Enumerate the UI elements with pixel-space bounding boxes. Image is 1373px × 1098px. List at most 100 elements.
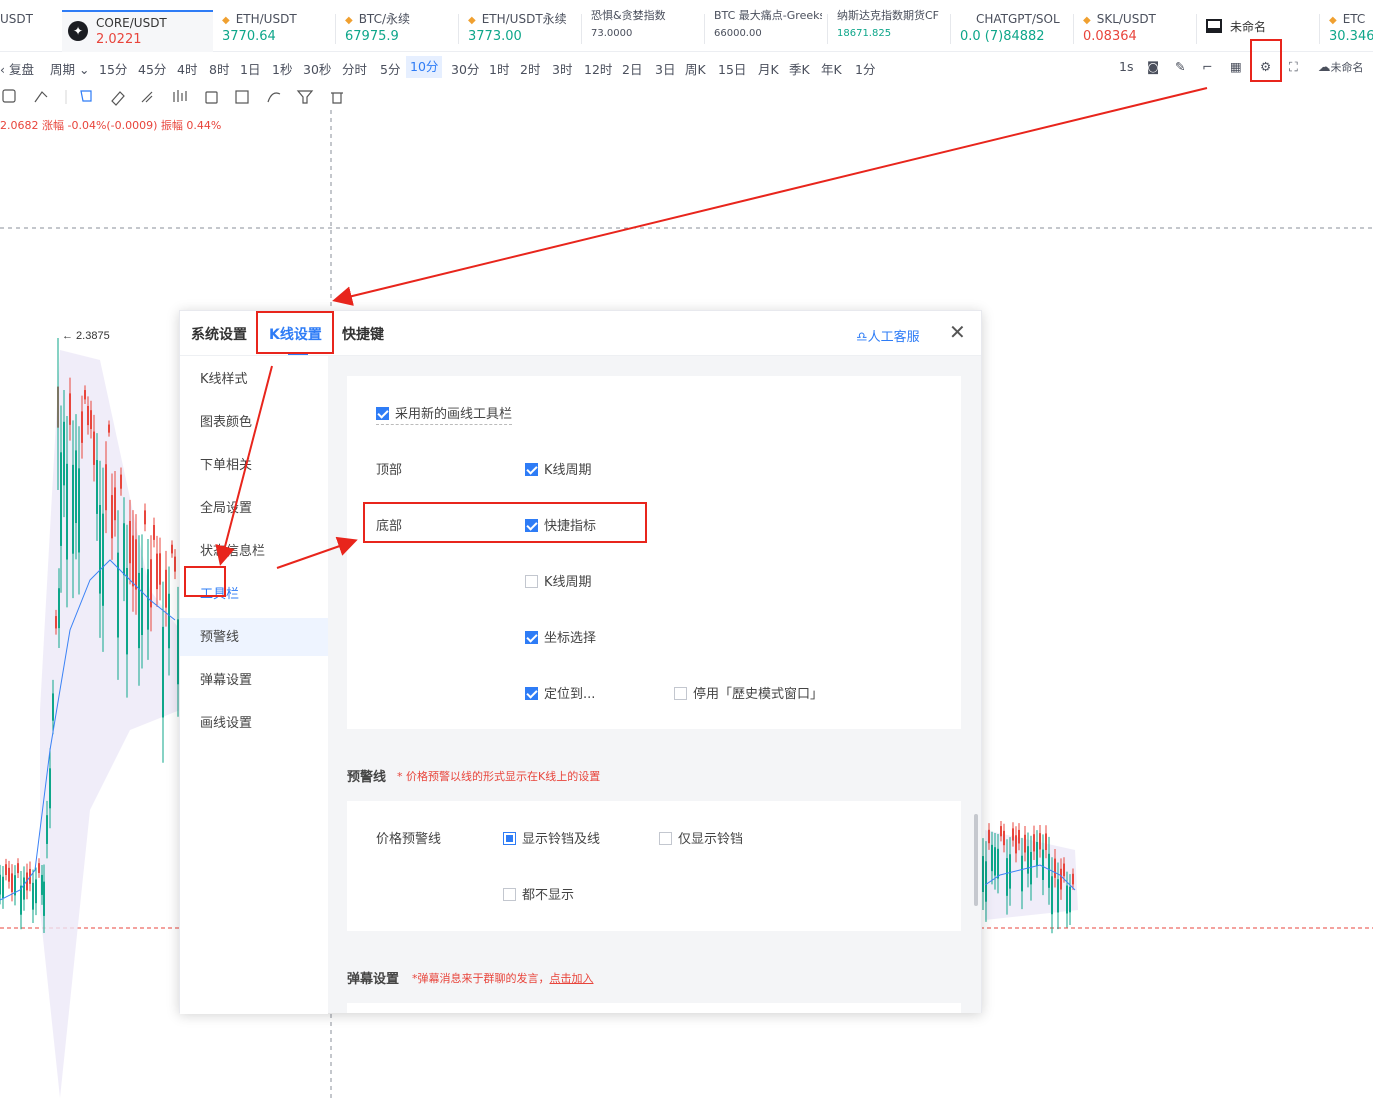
candle-body xyxy=(1018,829,1020,844)
disable-history-checkbox[interactable]: 停用「歷史模式窗口」 xyxy=(674,683,823,702)
chevron-down-icon: ⌄ xyxy=(79,62,90,77)
period-item[interactable]: 1分 xyxy=(855,59,875,78)
ticker-item-eth[interactable]: ◆ ETH/USDT 3770.64 xyxy=(222,10,297,50)
ticker-name: CORE/USDT xyxy=(96,16,167,30)
replay-button[interactable]: ‹ 复盘 xyxy=(0,59,34,78)
sidebar-item-chart-color[interactable]: 图表颜色 xyxy=(200,411,252,430)
radio-unselected xyxy=(503,888,516,901)
period-item[interactable]: 1日 xyxy=(240,59,260,78)
period-item[interactable]: 15日 xyxy=(718,59,746,78)
candle-body xyxy=(1000,826,1002,837)
candle-body xyxy=(129,520,131,564)
period-item[interactable]: 月K xyxy=(758,59,779,78)
show-bell-line-radio[interactable]: 显示铃铛及线 xyxy=(503,828,600,847)
tab-shortcuts[interactable]: 快捷键 xyxy=(342,324,384,344)
ticker-item-core-active[interactable]: ✦ CORE/USDT 2.0221 xyxy=(62,10,213,52)
coin-icon: ◆ xyxy=(468,15,476,26)
sidebar-item-order[interactable]: 下单相关 xyxy=(200,454,252,473)
candle-body xyxy=(58,588,60,629)
period-item[interactable]: 30秒 xyxy=(303,59,331,78)
period-item[interactable]: 年K xyxy=(821,59,842,78)
sidebar-item-drawing[interactable]: 画线设置 xyxy=(200,712,252,731)
crop-icon[interactable]: ⌐ xyxy=(1202,59,1212,74)
indicator-icon[interactable]: ▦ xyxy=(1230,59,1242,74)
new-toolbar-checkbox[interactable]: 采用新的画线工具栏 xyxy=(376,403,513,425)
ruler-icon xyxy=(141,91,153,103)
pen-icon[interactable]: ✎ xyxy=(1175,59,1185,74)
close-icon[interactable]: ✕ xyxy=(949,320,966,344)
ticker-item-fear-greed[interactable]: 恐惧&贪婪指数 73.0000 xyxy=(591,7,666,47)
candle-body xyxy=(1009,854,1011,889)
period-item[interactable]: 12时 xyxy=(584,59,612,78)
headset-icon: ♎ xyxy=(856,330,868,345)
hide-all-radio[interactable]: 都不显示 xyxy=(503,884,574,903)
candle-body xyxy=(5,864,7,876)
sidebar-item-status-bar[interactable]: 状态信息栏 xyxy=(200,540,265,559)
period-item[interactable]: 5分 xyxy=(380,59,400,78)
sidebar-item-kline-style[interactable]: K线样式 xyxy=(200,368,248,387)
period-item[interactable]: 3日 xyxy=(655,59,675,78)
customer-service-button[interactable]: ♎人工客服 xyxy=(856,326,920,345)
core-logo-icon: ✦ xyxy=(68,21,88,41)
tab-system-settings[interactable]: 系统设置 xyxy=(191,324,247,344)
barrage-note-text: *弹幕消息来于群聊的发言， xyxy=(412,972,550,985)
locate-label: 定位到... xyxy=(544,687,596,702)
drawing-toolbar xyxy=(0,84,360,110)
period-item[interactable]: 季K xyxy=(789,59,810,78)
period-item[interactable]: 10分 xyxy=(406,56,443,78)
candle-body xyxy=(93,431,95,465)
replay-label: 复盘 xyxy=(8,62,34,77)
candle-body xyxy=(63,421,65,486)
interval-readout[interactable]: 1s xyxy=(1119,59,1133,74)
period-item[interactable]: 15分 xyxy=(99,59,127,78)
fullscreen-icon[interactable]: ⛶ xyxy=(1289,59,1298,75)
barrage-card xyxy=(347,1003,961,1013)
ticker-item-skl[interactable]: ◆ SKL/USDT 0.08364 xyxy=(1083,10,1156,50)
locate-checkbox[interactable]: 定位到... xyxy=(525,683,595,702)
period-item[interactable]: 周K xyxy=(685,59,706,78)
period-item[interactable]: 30分 xyxy=(451,59,479,78)
candle-body xyxy=(99,505,101,594)
bell-only-radio[interactable]: 仅显示铃铛 xyxy=(659,828,743,847)
period-item[interactable]: 1秒 xyxy=(272,59,292,78)
bottom-kline-checkbox[interactable]: K线周期 xyxy=(525,571,592,590)
candle-body xyxy=(988,829,990,844)
period-item[interactable]: 2日 xyxy=(622,59,642,78)
candle-body xyxy=(1069,886,1071,913)
period-item[interactable]: 3时 xyxy=(552,59,572,78)
period-item[interactable]: 4时 xyxy=(177,59,197,78)
ticker-item-btc-pain[interactable]: BTC 最大痛点-Greeks 66000.00 xyxy=(714,7,822,47)
sidebar-item-alert-line[interactable]: 预警线 xyxy=(200,626,239,645)
show-bell-line-label: 显示铃铛及线 xyxy=(522,832,601,847)
scrollbar-thumb[interactable] xyxy=(974,814,978,906)
ticker-price: 0.08364 xyxy=(1083,29,1137,44)
sidebar-item-barrage[interactable]: 弹幕设置 xyxy=(200,669,252,688)
ticker-item-etc[interactable]: ◆ ETC 30.346 xyxy=(1329,10,1373,50)
ticker-name: BTC 最大痛点-Greeks xyxy=(714,9,822,22)
coord-label: 坐标选择 xyxy=(544,631,597,646)
barrage-section-title: 弹幕设置 xyxy=(347,972,400,987)
sidebar-item-global[interactable]: 全局设置 xyxy=(200,497,252,516)
period-item[interactable]: 分时 xyxy=(342,59,367,78)
ticker-item-nasdaq[interactable]: 纳斯达克指数期货CF 18671.825 xyxy=(837,7,945,47)
period-item[interactable]: 8时 xyxy=(209,59,229,78)
period-item[interactable]: 1时 xyxy=(489,59,509,78)
ticker-item-usdt[interactable]: USDT xyxy=(0,10,33,50)
join-group-link[interactable]: 点击加入 xyxy=(550,972,594,985)
candle-body xyxy=(1033,834,1035,852)
cloud-layout-button[interactable]: ☁未命名 xyxy=(1318,59,1364,75)
candles-icon xyxy=(173,90,187,102)
period-item[interactable]: 2时 xyxy=(520,59,540,78)
coord-select-checkbox[interactable]: 坐标选择 xyxy=(525,627,596,646)
ticker-item-eth-perp[interactable]: ◆ ETH/USDT永续 3773.00 xyxy=(468,10,567,50)
filter-icon xyxy=(296,90,314,104)
eraser-icon xyxy=(111,91,125,106)
period-dropdown[interactable]: 周期 ⌄ xyxy=(50,59,89,78)
period-item[interactable]: 45分 xyxy=(138,59,166,78)
ticker-item-btc-perp[interactable]: ◆ BTC/永续 67975.9 xyxy=(345,10,410,50)
ticker-item-chatgpt[interactable]: CHATGPT/SOL 0.0 (7)84882 xyxy=(960,10,1060,50)
ticker-name: 纳斯达克指数期货CF xyxy=(837,9,940,22)
camera-icon[interactable]: ◙ xyxy=(1147,59,1159,74)
top-kline-checkbox[interactable]: K线周期 xyxy=(525,459,592,478)
ticker-name: ETH/USDT永续 xyxy=(481,12,567,26)
